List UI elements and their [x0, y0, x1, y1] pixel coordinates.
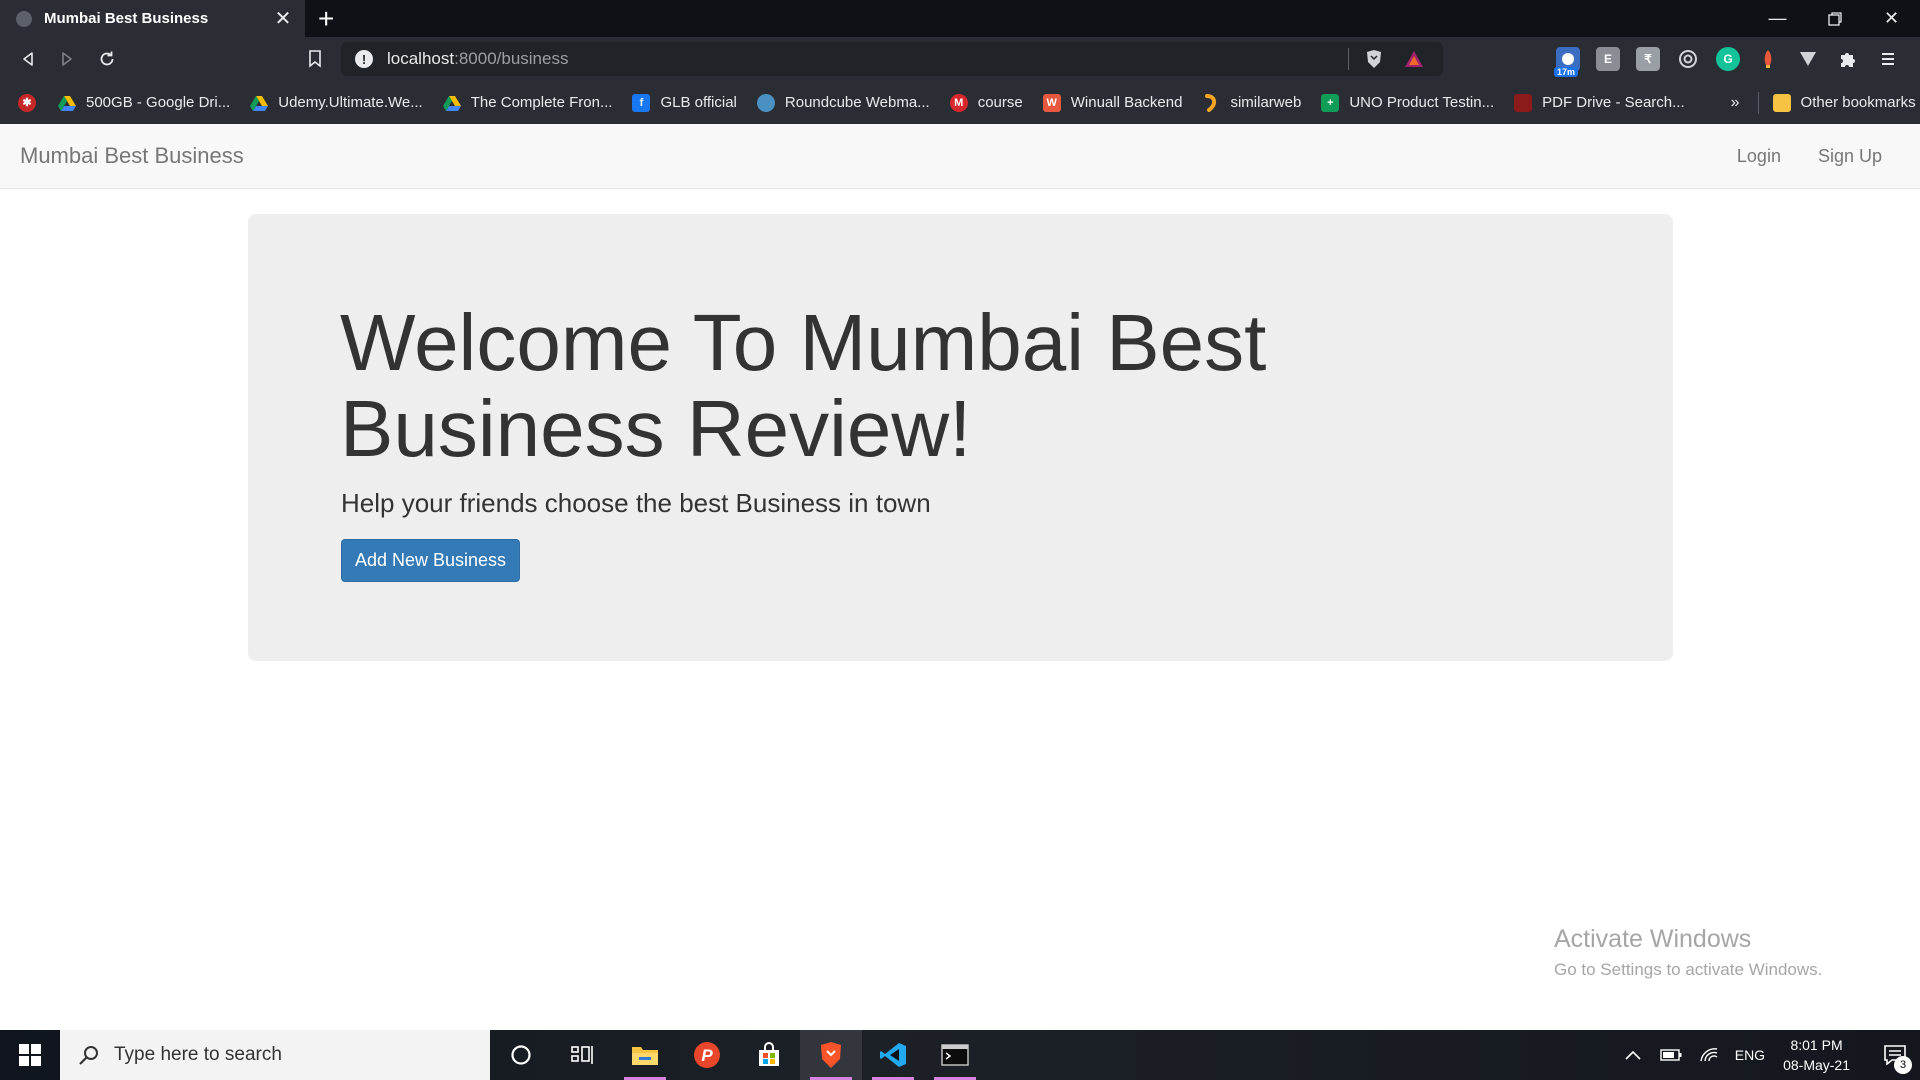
site-navbar: Mumbai Best Business Login Sign Up	[0, 124, 1920, 189]
brave-browser-icon[interactable]	[800, 1030, 862, 1080]
bookmark-item[interactable]: 500GB - Google Dri...	[58, 94, 230, 112]
signup-link[interactable]: Sign Up	[1818, 146, 1882, 167]
clock-time: 8:01 PM	[1790, 1037, 1843, 1053]
file-explorer-icon[interactable]	[614, 1030, 676, 1080]
clock[interactable]: 8:01 PM 08-May-21	[1783, 1035, 1850, 1075]
grammarly-icon[interactable]: G	[1716, 47, 1740, 71]
watermark-title: Activate Windows	[1554, 925, 1752, 953]
nav-links: Login Sign Up	[1700, 146, 1882, 167]
notifications-icon[interactable]: 3	[1870, 1030, 1920, 1080]
brave-shields-icon[interactable]	[1363, 48, 1385, 70]
extension-badge: 17m	[1554, 67, 1579, 77]
site-brand[interactable]: Mumbai Best Business	[20, 143, 244, 169]
notification-count: 3	[1894, 1056, 1912, 1074]
forward-icon[interactable]	[54, 46, 80, 72]
bookmark-item[interactable]: M course	[949, 93, 1023, 112]
login-link[interactable]: Login	[1737, 146, 1781, 167]
close-tab-icon[interactable]: ✕	[271, 6, 295, 31]
rupee-extension-icon[interactable]: ₹	[1636, 47, 1660, 71]
google-drive-icon	[250, 94, 269, 112]
winuall-icon: W	[1042, 93, 1061, 112]
bookmark-item[interactable]: W Winuall Backend	[1042, 93, 1182, 112]
mega-icon: M	[949, 93, 968, 112]
red-app-icon: ✱	[18, 93, 36, 112]
bookmarks-bar: ✱ 500GB - Google Dri... Udemy.Ultimate.W…	[0, 81, 1920, 124]
bookmark-apps[interactable]: ✱	[18, 93, 36, 112]
extensions-row: 17m E ₹ G	[1554, 43, 1916, 77]
windows-start-icon[interactable]	[0, 1030, 60, 1080]
microsoft-store-icon[interactable]	[738, 1030, 800, 1080]
bookmark-icon[interactable]	[302, 46, 328, 72]
address-bar[interactable]: ! localhost:8000/business	[341, 42, 1443, 76]
close-window-icon[interactable]: ✕	[1863, 0, 1920, 37]
taskbar: Type here to search P ENG 8:01 PM 08-May…	[0, 1030, 1920, 1080]
wifi-icon[interactable]	[1697, 1043, 1721, 1067]
divider	[1348, 48, 1349, 70]
minimize-icon[interactable]: —	[1749, 0, 1806, 37]
add-new-business-button[interactable]: Add New Business	[341, 539, 520, 582]
bookmark-item[interactable]: The Complete Fron...	[442, 94, 612, 112]
pdf-drive-icon	[1514, 93, 1533, 112]
taskbar-apps: P	[490, 1030, 986, 1080]
divider	[1757, 91, 1759, 114]
google-drive-icon	[442, 94, 461, 112]
bookmark-item[interactable]: + UNO Product Testin...	[1321, 93, 1494, 112]
v-extension-icon[interactable]	[1796, 47, 1820, 71]
browser-toolbar: ! localhost:8000/business 17m E ₹ G	[0, 37, 1920, 81]
google-drive-icon	[58, 94, 76, 112]
reload-icon[interactable]	[94, 46, 120, 72]
menu-icon[interactable]	[1876, 47, 1900, 71]
bookmark-item[interactable]: Roundcube Webma...	[756, 93, 930, 112]
lead-text: Help your friends choose the best Busine…	[341, 488, 931, 518]
facebook-icon: f	[632, 93, 651, 112]
other-bookmarks[interactable]: Other bookmarks	[1772, 93, 1916, 112]
activate-windows-watermark: Activate Windows Go to Settings to activ…	[1554, 925, 1822, 980]
e-extension-icon[interactable]: E	[1596, 47, 1620, 71]
page-title: Welcome To Mumbai Best Business Review!	[340, 298, 1267, 473]
postman-icon[interactable]: P	[676, 1030, 738, 1080]
url-text[interactable]: localhost:8000/business	[387, 49, 1348, 69]
tab-title: Mumbai Best Business	[44, 10, 209, 27]
bookmark-item[interactable]: PDF Drive - Search...	[1514, 93, 1685, 112]
globe-icon	[16, 10, 32, 27]
more-bookmarks-icon[interactable]: »	[1731, 94, 1740, 112]
timer-extension-icon[interactable]: 17m	[1554, 47, 1580, 77]
brave-rewards-icon[interactable]	[1403, 48, 1425, 70]
cortana-icon[interactable]	[490, 1030, 552, 1080]
roundcube-icon	[756, 93, 775, 112]
sheets-icon: +	[1321, 93, 1340, 112]
chevron-up-icon[interactable]	[1621, 1043, 1645, 1067]
language-indicator[interactable]: ENG	[1735, 1047, 1765, 1063]
rocket-extension-icon[interactable]	[1756, 47, 1780, 71]
bookmark-item[interactable]: similarweb	[1202, 93, 1301, 112]
bookmark-item[interactable]: Udemy.Ultimate.We...	[250, 94, 423, 112]
search-icon	[76, 1042, 102, 1068]
vscode-icon[interactable]	[862, 1030, 924, 1080]
battery-icon[interactable]	[1659, 1043, 1683, 1067]
bookmark-item[interactable]: f GLB official	[632, 93, 737, 112]
new-tab-icon[interactable]: +	[318, 3, 334, 35]
folder-icon	[1772, 93, 1791, 112]
watermark-subtitle: Go to Settings to activate Windows.	[1554, 960, 1823, 979]
browser-tab[interactable]: Mumbai Best Business ✕	[0, 0, 305, 37]
system-tray: ENG 8:01 PM 08-May-21 3	[1621, 1030, 1920, 1080]
task-view-icon[interactable]	[552, 1030, 614, 1080]
browser-tab-strip: Mumbai Best Business ✕ + — ✕	[0, 0, 1920, 37]
back-icon[interactable]	[15, 46, 41, 72]
target-extension-icon[interactable]	[1676, 47, 1700, 71]
svg-text:P: P	[701, 1046, 713, 1065]
puzzle-icon[interactable]	[1836, 47, 1860, 71]
terminal-icon[interactable]	[924, 1030, 986, 1080]
similarweb-icon	[1202, 93, 1220, 112]
window-controls: — ✕	[1749, 0, 1920, 37]
jumbotron: Welcome To Mumbai Best Business Review! …	[248, 214, 1673, 661]
taskbar-search[interactable]: Type here to search	[60, 1030, 490, 1080]
info-icon[interactable]: !	[355, 50, 373, 68]
clock-date: 08-May-21	[1783, 1057, 1850, 1073]
restore-icon[interactable]	[1806, 0, 1863, 37]
search-placeholder: Type here to search	[114, 1044, 282, 1065]
